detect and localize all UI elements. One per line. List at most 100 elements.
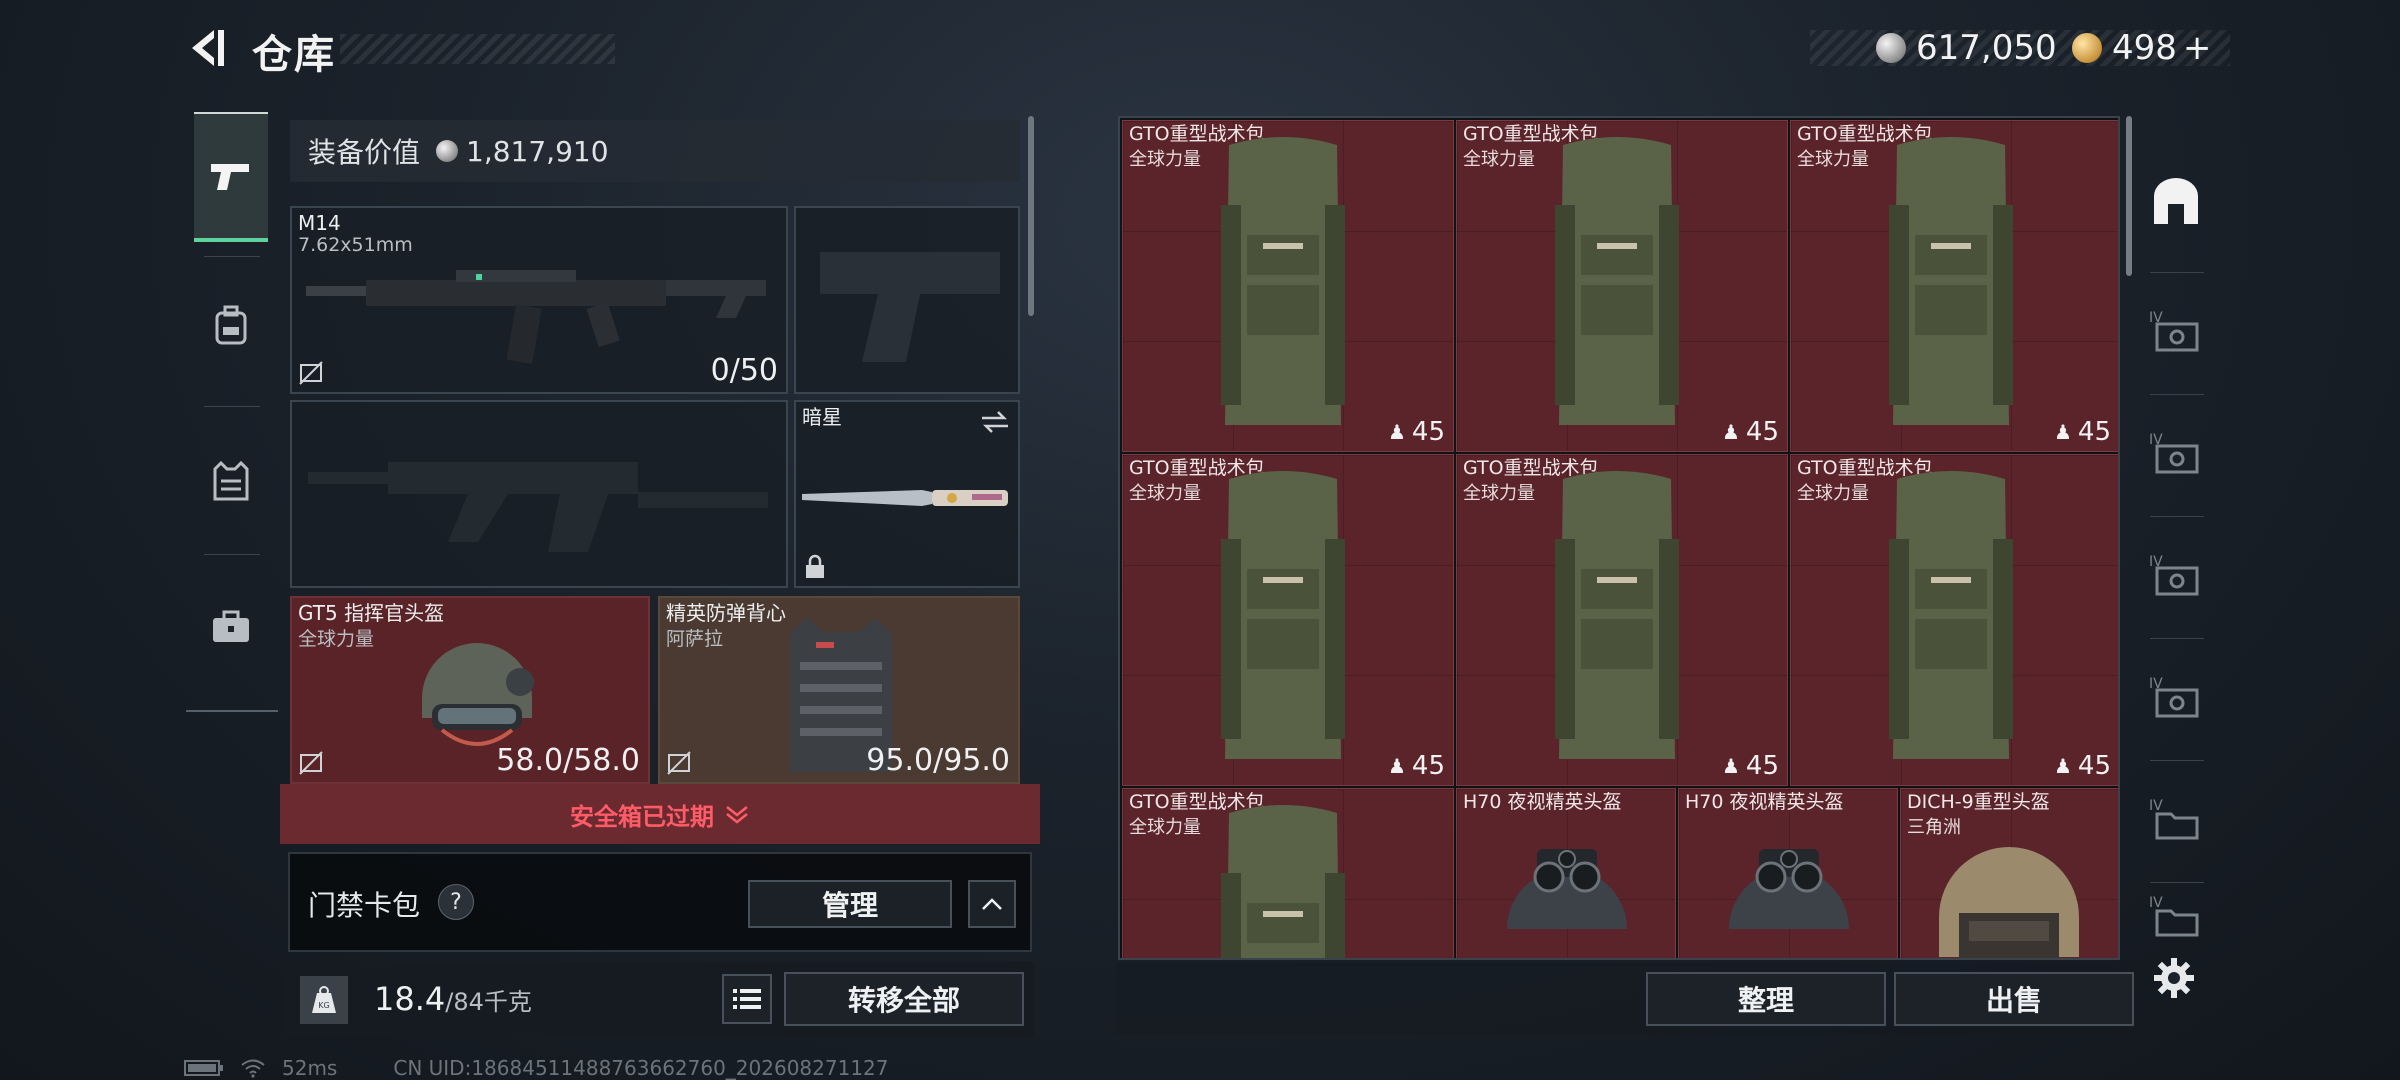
item-faction: 全球力量 <box>1463 483 1535 504</box>
backpack-image <box>1555 471 1679 759</box>
stash-item-backpack[interactable]: GTO重型战术包 全球力量 ♟ 45 <box>1122 120 1454 452</box>
silver-amount: 617,050 <box>1916 28 2057 68</box>
battery-icon <box>184 1060 223 1076</box>
armor-faction: 阿萨拉 <box>666 628 724 650</box>
gold-currency[interactable]: 498 + <box>2072 28 2211 68</box>
weight-icon: KG <box>300 976 348 1024</box>
stack-icon: ♟ <box>1387 420 1406 444</box>
stash-item-backpack[interactable]: GTO重型战术包 全球力量 ♟ 45 <box>1456 454 1788 786</box>
weight-display: 18.4/84千克 <box>374 980 532 1018</box>
settings-gear-icon[interactable] <box>2152 956 2196 1000</box>
nv-helmet-image <box>1507 849 1627 929</box>
helmet-slot[interactable]: GT5 指挥官头盔 全球力量 58.0/58.0 <box>290 596 650 784</box>
backpack-image <box>1221 471 1345 759</box>
weight-current: 18.4 <box>374 980 446 1018</box>
equipment-value-bar: 装备价值 1,817,910 <box>290 120 1020 182</box>
item-count: ♟ 45 <box>2053 751 2111 781</box>
helmet-durability: 58.0/58.0 <box>496 743 640 778</box>
backpack-image <box>1889 471 2013 759</box>
nav-weapons[interactable] <box>194 112 268 242</box>
safebox-expired-bar[interactable]: 安全箱已过期 <box>280 784 1040 844</box>
tab-stash-4[interactable]: IV <box>2140 276 2212 386</box>
weapon-name: M14 <box>298 211 341 235</box>
stash-actions: 整理 出售 <box>1116 962 2134 1034</box>
weapon-caliber: 7.62x51mm <box>298 234 413 256</box>
keycard-panel: 门禁卡包 ? 管理 <box>288 852 1032 952</box>
pistol-slot[interactable] <box>794 206 1020 394</box>
nav-backpack[interactable] <box>194 270 268 380</box>
status-footer: 52ms CN UID:18684511488763662760_2026082… <box>184 1056 889 1080</box>
vest-icon <box>213 461 249 501</box>
rifle-image <box>306 270 766 364</box>
armor-durability: 95.0/95.0 <box>866 743 1010 778</box>
briefcase-icon <box>213 610 249 642</box>
item-faction: 全球力量 <box>1129 817 1201 838</box>
rifle-placeholder-icon <box>308 462 768 552</box>
gold-amount: 498 <box>2112 28 2177 68</box>
page-title: 仓库 <box>252 32 336 78</box>
melee-slot[interactable]: 暗星 <box>794 400 1020 588</box>
keycard-help-button[interactable]: ? <box>438 884 474 920</box>
backpack-image <box>1221 805 1345 958</box>
nav-case[interactable] <box>194 572 268 682</box>
svg-text:IV: IV <box>2149 798 2163 814</box>
stash-item-nv-helmet[interactable]: H70 夜视精英头盔 <box>1456 788 1676 958</box>
chevron-down-icon <box>726 806 748 824</box>
armor-slot[interactable]: 精英防弹背心 阿萨拉 95.0/95.0 <box>658 596 1020 784</box>
stack-icon: ♟ <box>1387 754 1406 778</box>
tab-stash-4[interactable]: IV <box>2140 642 2212 752</box>
secondary-weapon-slot[interactable] <box>290 400 788 588</box>
item-count: ♟ 45 <box>2053 417 2111 447</box>
stash-scrollbar[interactable] <box>2126 116 2132 276</box>
silver-coin-icon <box>1876 33 1906 63</box>
locked-folder-icon: IV <box>2149 798 2199 840</box>
knife-image <box>802 490 1008 506</box>
equipment-scrollbar[interactable] <box>1028 116 1034 316</box>
stash-item-nv-helmet[interactable]: H70 夜视精英头盔 <box>1678 788 1898 958</box>
stack-icon: ♟ <box>2053 754 2072 778</box>
stash-item-heavy-helmet[interactable]: DICH-9重型头盔 三角洲 <box>1900 788 2118 958</box>
safebox-expired-text: 安全箱已过期 <box>570 802 714 831</box>
tab-stash-4-folder[interactable]: IV <box>2140 764 2212 874</box>
stack-icon: ♟ <box>1721 420 1740 444</box>
locked-folder-icon: IV <box>2149 895 2199 937</box>
locked-stash-icon: IV <box>2149 310 2199 352</box>
stash-item-backpack[interactable]: GTO重型战术包 全球力量 ♟ 45 <box>1122 454 1454 786</box>
wifi-icon <box>241 1059 265 1078</box>
stash-item-backpack[interactable]: GTO重型战术包 全球力量 ♟ 45 <box>1790 120 2118 452</box>
tab-stash-4-folder[interactable]: IV <box>2140 886 2212 946</box>
add-gold-button[interactable]: + <box>2183 28 2212 68</box>
pistol-icon <box>211 164 249 190</box>
silver-currency: 617,050 <box>1876 28 2057 68</box>
list-view-button[interactable] <box>722 974 772 1024</box>
swap-icon[interactable] <box>980 410 1010 434</box>
tab-stash-4[interactable]: IV <box>2140 520 2212 630</box>
stash-item-backpack[interactable]: GTO重型战术包 全球力量 ♟ 45 <box>1790 454 2118 786</box>
list-icon <box>733 989 761 1009</box>
stash-item-backpack[interactable]: GTO重型战术包 全球力量 ♟ 45 <box>1456 120 1788 452</box>
stash-item-backpack[interactable]: GTO重型战术包 全球力量 <box>1122 788 1454 958</box>
back-arrow-icon[interactable] <box>184 26 228 70</box>
weight-max: /84千克 <box>445 988 532 1016</box>
backpack-image <box>1889 137 2013 425</box>
stash-tabs: IV IV IV IV IV IV <box>2140 146 2212 946</box>
item-name: H70 夜视精英头盔 <box>1685 791 1844 813</box>
manage-button[interactable]: 管理 <box>748 880 952 928</box>
item-faction: 全球力量 <box>1797 483 1869 504</box>
sort-button[interactable]: 整理 <box>1646 972 1886 1026</box>
stack-icon: ♟ <box>2053 420 2072 444</box>
weight-bar: KG 18.4/84千克 转移全部 <box>282 962 1034 1038</box>
no-insure-icon <box>667 751 691 775</box>
armor-name: 精英防弹背心 <box>666 601 786 625</box>
equipment-value-label: 装备价值 <box>308 136 421 169</box>
collapse-button[interactable] <box>968 880 1016 928</box>
transfer-all-button[interactable]: 转移全部 <box>784 972 1024 1026</box>
tab-home-stash[interactable] <box>2140 146 2212 256</box>
item-faction: 全球力量 <box>1797 149 1869 170</box>
tab-stash-4[interactable]: IV <box>2140 398 2212 508</box>
lock-icon <box>806 554 824 578</box>
sell-button[interactable]: 出售 <box>1894 972 2134 1026</box>
nav-vest[interactable] <box>194 426 268 536</box>
primary-weapon-slot[interactable]: M14 7.62x51mm 0/50 <box>290 206 788 394</box>
item-faction: 全球力量 <box>1129 149 1201 170</box>
